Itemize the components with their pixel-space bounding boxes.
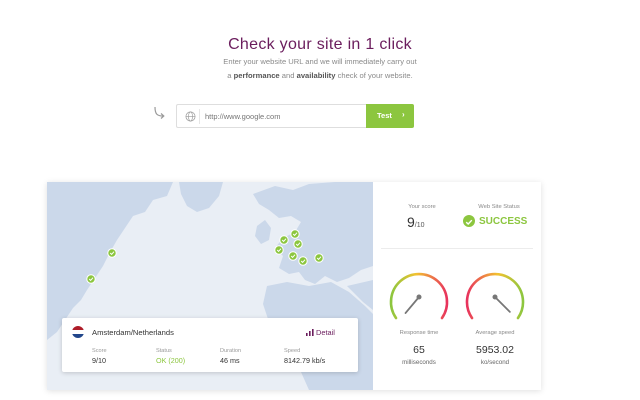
hero-subtitle-post: check of your website. <box>337 71 413 80</box>
response-time-unit: milliseconds <box>402 359 436 366</box>
speed-column-value: 8142.79 kb/s <box>284 356 326 365</box>
map-marker-5[interactable] <box>293 239 303 249</box>
score-label: Your score <box>408 204 436 210</box>
map-land-europe <box>253 182 373 284</box>
score-number: 9 <box>407 214 415 230</box>
page-title: Check your site in 1 click <box>228 36 412 53</box>
map-land-north-america <box>47 182 173 340</box>
duration-column-label: Duration <box>220 348 242 354</box>
status-column-value: OK (200) <box>156 356 186 365</box>
netherlands-flag-icon <box>72 326 84 338</box>
map-marker-9[interactable] <box>314 253 324 263</box>
test-button-label: Test <box>377 111 392 120</box>
curved-arrow-icon <box>154 106 165 119</box>
map-marker-4[interactable] <box>279 235 289 245</box>
map-marker-2[interactable] <box>86 274 96 284</box>
map-marker-6[interactable] <box>274 245 284 255</box>
url-input[interactable] <box>205 110 355 123</box>
status-column-label: Status <box>156 348 172 354</box>
map-marker-8[interactable] <box>298 256 308 266</box>
map-marker-7[interactable] <box>288 251 298 261</box>
hero-subtitle-bold-availability: availability <box>296 71 336 80</box>
hero-subtitle-mid: and <box>281 71 295 80</box>
map-marker-1[interactable] <box>107 248 117 258</box>
stats-panel: Your score 9/10 Web Site Status SUCCESS … <box>373 182 541 390</box>
flag-stripe-bottom <box>72 334 84 338</box>
map-land-greenland <box>179 182 223 212</box>
response-time-label: Response time <box>399 330 439 336</box>
average-speed-gauge <box>465 272 525 320</box>
url-field[interactable] <box>176 104 366 128</box>
success-check-icon <box>463 215 475 227</box>
average-speed-value: 5953.02 <box>476 344 514 356</box>
average-speed-label: Average speed <box>475 330 515 336</box>
hero-subtitle-bold-performance: performance <box>233 71 280 80</box>
score-value: 9/10 <box>407 214 425 230</box>
hero-subtitle-line1: Enter your website URL and we will immed… <box>223 57 417 66</box>
map-land-uk <box>255 220 271 244</box>
globe-icon <box>185 111 196 122</box>
chevron-right-icon: › <box>402 110 405 119</box>
average-speed-unit: ko/second <box>480 359 510 366</box>
bar-chart-icon[interactable] <box>306 329 314 336</box>
status-value: SUCCESS <box>479 216 528 227</box>
location-name: Amsterdam/Netherlands <box>92 328 174 337</box>
hero-subtitle-pre: a <box>227 71 232 80</box>
score-max: /10 <box>414 222 425 229</box>
score-column-label: Score <box>92 348 107 354</box>
response-time-value: 65 <box>413 344 425 356</box>
map-marker-3[interactable] <box>290 229 300 239</box>
url-field-divider <box>199 109 200 124</box>
stats-divider <box>381 248 533 249</box>
detail-link[interactable]: Detail <box>316 328 335 337</box>
duration-column-value: 46 ms <box>220 356 240 365</box>
location-card[interactable]: Amsterdam/Netherlands Detail Score 9/10 … <box>62 318 358 372</box>
score-column-value: 9/10 <box>92 356 106 365</box>
status-label: Web Site Status <box>478 204 520 210</box>
speed-column-label: Speed <box>284 348 301 354</box>
response-time-gauge <box>389 272 449 320</box>
test-button[interactable]: Test › <box>366 104 414 128</box>
hero-subtitle-line2: a performance and availability check of … <box>0 71 640 80</box>
